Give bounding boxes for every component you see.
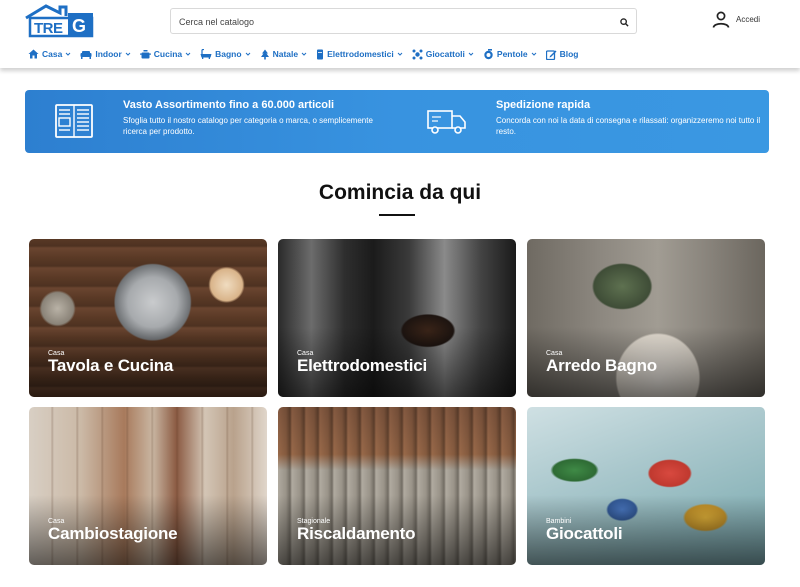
category-card-tavola-cucina[interactable]: Casa Tavola e Cucina xyxy=(29,239,267,397)
info-banner: Vasto Assortimento fino a 60.000 articol… xyxy=(25,90,769,153)
search-input[interactable] xyxy=(179,15,599,29)
house-icon xyxy=(28,49,39,59)
category-card-elettrodomestici[interactable]: Casa Elettrodomestici xyxy=(278,239,516,397)
nav-item-pentole[interactable]: Pentole xyxy=(483,48,537,60)
user-icon xyxy=(712,11,730,28)
catalog-icon xyxy=(55,104,93,138)
nav-item-cucina[interactable]: Cucina xyxy=(139,49,191,59)
category-card-cambiostagione[interactable]: Casa Cambiostagione xyxy=(29,407,267,565)
pot-icon xyxy=(139,50,151,59)
banner-title-shipping: Spedizione rapida xyxy=(496,99,591,111)
svg-text:TRE: TRE xyxy=(34,20,63,37)
account-link[interactable]: Accedi xyxy=(712,9,760,29)
nav-label: Pentole xyxy=(496,49,528,59)
nav-label: Bagno xyxy=(215,49,242,59)
nav-label: Indoor xyxy=(95,49,122,59)
svg-text:G: G xyxy=(72,16,86,36)
category-card-arredo-bagno[interactable]: Casa Arredo Bagno xyxy=(527,239,765,397)
nav-item-blog[interactable]: Blog xyxy=(545,49,579,60)
nav-item-casa[interactable]: Casa xyxy=(28,49,71,59)
toy-icon xyxy=(412,49,423,59)
nav-item-bagno[interactable]: Bagno xyxy=(200,49,250,59)
chevron-down-icon xyxy=(245,52,250,56)
title-underline xyxy=(379,214,415,216)
nav-label: Blog xyxy=(559,49,579,59)
card-title: Cambiostagione xyxy=(48,524,178,543)
card-title: Elettrodomestici xyxy=(297,356,427,375)
category-card-riscaldamento[interactable]: Stagionale Riscaldamento xyxy=(278,407,516,565)
nav-item-indoor[interactable]: Indoor xyxy=(80,49,131,59)
chevron-down-icon xyxy=(397,52,403,56)
card-title: Tavola e Cucina xyxy=(48,356,174,375)
logo-icon: TRE G xyxy=(25,4,94,38)
nav-label: Elettrodomestici xyxy=(327,49,394,59)
chevron-down-icon xyxy=(301,52,307,56)
chevron-down-icon xyxy=(65,52,71,56)
appliance-icon xyxy=(317,49,324,59)
nav-item-giocattoli[interactable]: Giocattoli xyxy=(412,49,474,60)
pan-icon xyxy=(484,48,493,59)
chevron-down-icon xyxy=(531,52,536,56)
christmas-tree-icon xyxy=(260,49,269,59)
delivery-truck-icon xyxy=(427,110,466,134)
nav-label: Casa xyxy=(42,49,63,59)
category-card-giocattoli[interactable]: Bambini Giocattoli xyxy=(527,407,765,565)
chevron-down-icon xyxy=(468,52,474,56)
nav-label: Giocattoli xyxy=(425,49,465,59)
search-icon xyxy=(619,17,629,27)
section-title: Comincia da qui xyxy=(318,181,482,204)
nav-label: Cucina xyxy=(153,49,183,59)
nav-item-natale[interactable]: Natale xyxy=(260,49,308,60)
site-logo[interactable]: TRE G xyxy=(24,4,96,38)
nav-label: Natale xyxy=(272,49,299,59)
search-button[interactable] xyxy=(616,14,632,30)
card-title: Arredo Bagno xyxy=(546,356,657,375)
edit-icon xyxy=(545,49,557,60)
site-header: TRE G Accedi Casa Indoor xyxy=(0,0,800,68)
card-title: Riscaldamento xyxy=(297,524,416,543)
chevron-down-icon xyxy=(185,52,191,56)
sofa-icon xyxy=(80,50,92,59)
banner-text-shipping: Concorda con noi la data di consegna e r… xyxy=(496,116,761,136)
banner-text-assortment: Sfoglia tutto il nostro catalogo per cat… xyxy=(123,116,373,136)
account-label: Accedi xyxy=(736,14,761,24)
nav-item-elettrodomestici[interactable]: Elettrodomestici xyxy=(316,49,403,60)
chevron-down-icon xyxy=(125,52,131,56)
bathtub-icon xyxy=(200,49,212,59)
search-box xyxy=(170,8,637,34)
card-title: Giocattoli xyxy=(546,524,623,543)
banner-title-assortment: Vasto Assortimento fino a 60.000 articol… xyxy=(123,99,335,111)
main-nav: Casa Indoor Cucina Bagno Natale Elettrod… xyxy=(28,46,579,62)
